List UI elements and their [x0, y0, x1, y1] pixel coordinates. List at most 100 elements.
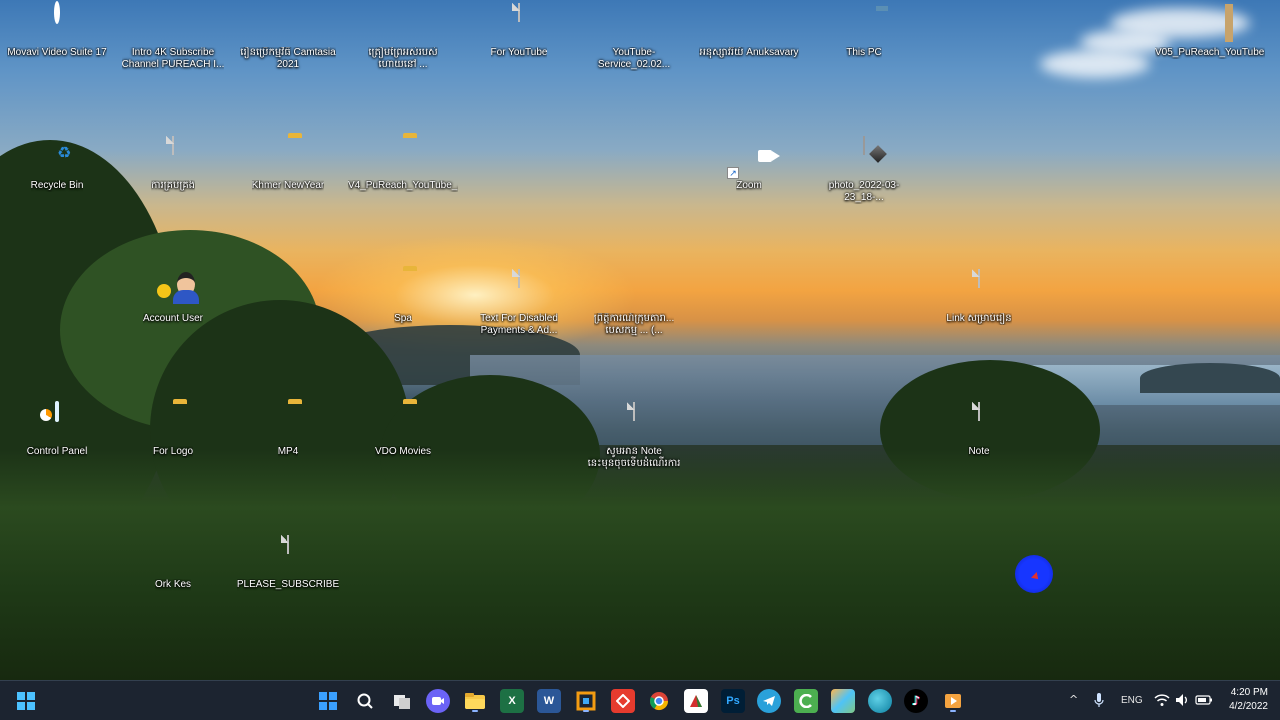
start-button[interactable]: [316, 689, 340, 713]
wifi-icon[interactable]: [1154, 693, 1170, 710]
desktop-icon-read-note[interactable]: សូមអាន Note នេះមុនចុចទើបដំណើរការ: [579, 402, 689, 470]
icon-label: PLEASE_SUBSCRIBE: [236, 579, 340, 590]
desktop-icon-spa[interactable]: Spa: [348, 270, 458, 325]
language-indicator[interactable]: ENG: [1121, 695, 1143, 706]
icon-label: This PC: [846, 47, 882, 58]
icon-label: Khmer NewYear: [251, 180, 325, 191]
desktop-icon-please-subscribe[interactable]: PLEASE_SUBSCRIBE: [233, 535, 343, 591]
running-indicator: [472, 710, 478, 712]
chevron-up-icon[interactable]: ^: [1069, 693, 1078, 706]
monitor-icon: [844, 4, 884, 44]
tiktok-icon[interactable]: ♪: [904, 689, 928, 713]
camtasia-taskbar-icon[interactable]: [794, 689, 818, 713]
icon-label: Account User: [142, 313, 204, 324]
excel-icon[interactable]: X: [500, 689, 524, 713]
desktop-icon-for-youtube[interactable]: For YouTube: [464, 3, 574, 59]
folder-icon: [383, 270, 423, 310]
folder-icon: [383, 137, 423, 177]
photoshop-glyph: Ps: [726, 695, 740, 707]
desktop-icon-movavi[interactable]: Movavi Video Suite 17: [2, 1, 112, 59]
camtasia-icon: [268, 4, 308, 44]
winrar-archive-icon: [1190, 4, 1230, 44]
file-explorer-icon[interactable]: [463, 689, 487, 713]
task-view-icon[interactable]: [390, 689, 414, 713]
windows-start-icon[interactable]: [14, 689, 38, 713]
microphone-icon[interactable]: [1094, 692, 1104, 711]
volume-icon[interactable]: [1175, 693, 1191, 710]
telegram-icon[interactable]: [757, 689, 781, 713]
desktop-icon-mp4[interactable]: MP4: [233, 403, 343, 458]
desktop-icon-control-panel[interactable]: Control Panel: [2, 401, 112, 458]
text-file-icon: [499, 3, 539, 44]
app-colorful-icon[interactable]: [831, 689, 855, 713]
zoom-app-icon: ↗: [727, 137, 769, 179]
desktop-icon-account-user[interactable]: Account User: [118, 270, 228, 325]
video-file-icon: [614, 4, 654, 44]
clock-date: 4/2/2022: [1229, 701, 1268, 712]
icon-label: MP4: [277, 446, 299, 457]
icon-label: រៀនប្រើកម្មវិធី Camtasia 2021: [240, 47, 336, 70]
clock-time: 4:20 PM: [1230, 687, 1268, 698]
video-file-icon: [614, 270, 654, 310]
desktop-icon-intro-4k[interactable]: Intro 4K Subscribe Channel PUREACH I...: [118, 4, 228, 71]
app-red-green-icon[interactable]: [684, 689, 708, 713]
icon-label: សូមអាន Note នេះមុនចុចទើបដំណើរការ: [587, 446, 681, 469]
folder-icon: [268, 137, 308, 177]
running-indicator: [950, 710, 956, 712]
cursor-highlight: [1015, 555, 1053, 593]
icon-label: ត្រៀមព្រៃអស់របស់ ហោយនៅ ...: [368, 47, 438, 70]
text-file-icon: [959, 402, 999, 443]
icon-label: For YouTube: [490, 47, 548, 58]
icon-label: Link សម្រាប់រៀន: [946, 313, 1012, 324]
text-file-icon: [499, 269, 539, 310]
desktop-icon-note[interactable]: Note: [924, 402, 1034, 458]
desktop-icon-khmer-event-video[interactable]: ព្រឹត្តិការណ៍ក្រុមតារា... បេសកម្ម ... (.…: [579, 270, 689, 337]
excel-glyph: X: [508, 695, 516, 707]
desktop-icon-anuksavary[interactable]: អនុស្សាវរីយ៍ Anuksavary: [694, 4, 804, 59]
desktop-icon-youtube-service[interactable]: YouTube-Service_02.02...: [579, 4, 689, 71]
desktop-icon-khmer-newyear[interactable]: Khmer NewYear: [233, 137, 343, 192]
app-orange-icon[interactable]: [574, 689, 598, 713]
taskbar: X W Ps ♪ ^ ENG 4:20 PM 4/2/2022: [0, 680, 1280, 720]
icon-label: ការគ្រប់គ្រង: [150, 180, 196, 191]
movavi-app-icon: [37, 1, 77, 44]
anydesk-icon[interactable]: [611, 689, 635, 713]
icon-label: Movavi Video Suite 17: [7, 47, 107, 58]
icon-label: Ork Kes: [154, 579, 192, 590]
media-player-icon[interactable]: [941, 689, 965, 713]
battery-icon[interactable]: [1195, 693, 1213, 710]
chrome-icon[interactable]: [647, 689, 671, 713]
cloud: [1040, 50, 1150, 78]
running-indicator: [583, 710, 589, 712]
desktop-icon-v4-folder[interactable]: V4_PuReach_YouTube_...: [348, 137, 458, 192]
folder-icon: [383, 403, 423, 443]
icon-label: Control Panel: [26, 446, 88, 457]
desktop-icon-text-disabled-payments[interactable]: Text For Disabled Payments & Ad...: [464, 269, 574, 337]
desktop-icon-ork-kes[interactable]: Ork Kes: [118, 536, 228, 591]
desktop-icon-khmer-doc[interactable]: ការគ្រប់គ្រង: [118, 136, 228, 192]
desktop-icon-recycle-bin[interactable]: Recycle Bin: [2, 137, 112, 192]
desktop-icon-link-learning[interactable]: Link សម្រាប់រៀន: [924, 269, 1034, 325]
edge-icon[interactable]: [868, 689, 892, 713]
desktop-icon-camtasia-lesson[interactable]: រៀនប្រើកម្មវិធី Camtasia 2021: [233, 4, 343, 71]
photoshop-icon[interactable]: Ps: [721, 689, 745, 713]
desktop-icon-this-pc[interactable]: This PC: [809, 4, 919, 59]
folder-blue-icon: [153, 536, 193, 576]
icon-label: For Logo: [152, 446, 194, 457]
control-panel-icon: [37, 401, 77, 443]
recycle-bin-icon: [37, 137, 77, 177]
desktop-icon-photo[interactable]: photo_2022-03-23_18-...: [809, 136, 919, 204]
text-file-icon: [153, 136, 193, 177]
word-icon[interactable]: W: [537, 689, 561, 713]
desktop-icon-vdo-movies[interactable]: VDO Movies: [348, 403, 458, 458]
icon-label: Text For Disabled Payments & Ad...: [480, 313, 558, 336]
desktop-icon-khmer-video[interactable]: ត្រៀមព្រៃអស់របស់ ហោយនៅ ...: [348, 4, 458, 71]
chat-icon[interactable]: [426, 689, 450, 713]
icon-label: Zoom: [736, 180, 762, 191]
desktop-icon-v05-archive[interactable]: V05_PuReach_YouTube...: [1155, 4, 1265, 59]
clock[interactable]: 4:20 PM 4/2/2022: [1229, 686, 1268, 714]
desktop-icon-zoom[interactable]: ↗ Zoom: [694, 137, 804, 192]
icon-label: V4_PuReach_YouTube_...: [348, 180, 458, 191]
search-icon[interactable]: [353, 689, 377, 713]
desktop-icon-for-logo[interactable]: For Logo: [118, 403, 228, 458]
